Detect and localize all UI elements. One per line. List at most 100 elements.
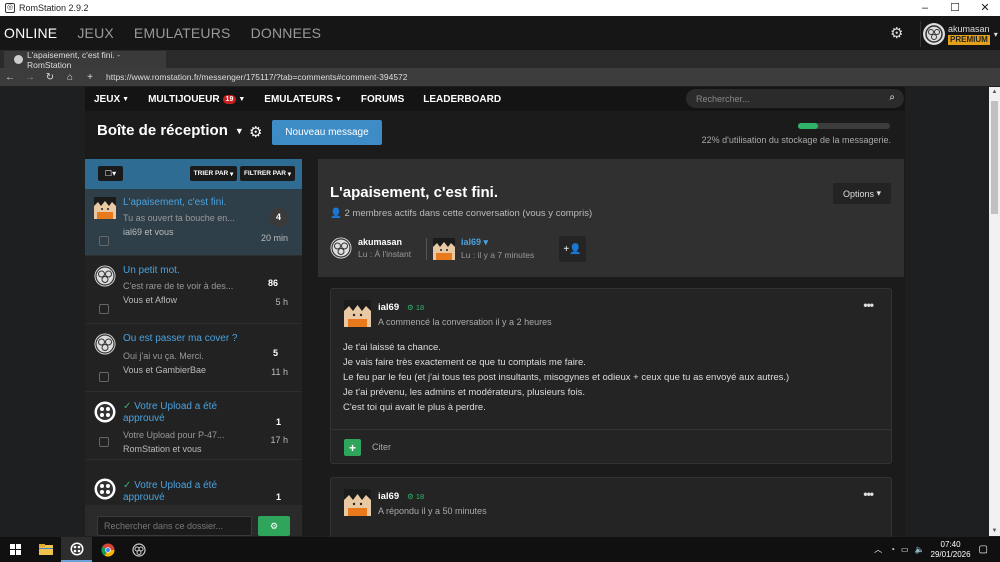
member-name: akumasan — [358, 237, 403, 247]
folder-search-bar: Rechercher dans ce dossier... ⚙ — [85, 505, 302, 536]
inbox-settings-gear-icon[interactable]: ⚙ — [249, 123, 262, 141]
chevron-down-icon: ▾ — [993, 29, 998, 39]
clock-date: 29/01/2026 — [930, 549, 971, 559]
conversation-participants: Vous et GambierBae — [123, 365, 207, 375]
check-icon: ✓ — [123, 401, 132, 412]
member-akumasan[interactable]: akumasan Lu : À l'instant — [330, 237, 411, 259]
author-name[interactable]: ial69 — [378, 302, 399, 313]
maximize-button[interactable]: ☐ — [940, 0, 970, 16]
back-arrow-icon[interactable]: ← — [0, 72, 20, 83]
sitenav-leaderboard[interactable]: LEADERBOARD — [423, 94, 501, 105]
conversation-time: 5 h — [275, 297, 288, 307]
browser-tab[interactable]: L'apaisement, c'est fini. - RomStation — [4, 49, 166, 70]
conversation-time: 20 min — [260, 233, 288, 243]
nav-online[interactable]: ONLINE — [4, 25, 57, 41]
system-avatar — [94, 401, 116, 423]
conversation-preview: Votre Upload pour P-47... — [123, 430, 225, 440]
windows-start-icon[interactable] — [0, 537, 30, 562]
sitenav-forums[interactable]: FORUMS — [361, 94, 404, 105]
nav-jeux[interactable]: JEUX — [77, 25, 114, 41]
sitenav-jeux[interactable]: JEUX ▼ — [94, 94, 129, 105]
message-body: Je t'ai laissé ta chance. Je vais faire … — [343, 342, 790, 413]
conversation-header: L'apaisement, c'est fini. 👤 2 membres ac… — [318, 159, 904, 277]
window-title: RomStation 2.9.2 — [19, 3, 89, 13]
conversation-item[interactable]: ✓ Votre Upload a été approuvé Votre Uplo… — [85, 393, 302, 460]
user-menu[interactable]: akumasan PREMIUM ▾ — [920, 21, 1000, 47]
storage-progress-fill — [798, 123, 819, 129]
author-name[interactable]: ial69 — [378, 491, 399, 502]
sort-button[interactable]: TRIER PAR ▾ — [190, 166, 237, 181]
file-explorer-icon[interactable] — [30, 537, 61, 562]
clock[interactable]: 07:40 29/01/2026 — [931, 540, 971, 560]
message-count: 86 — [268, 278, 279, 288]
close-button[interactable]: ✕ — [970, 0, 1000, 16]
chevron-up-icon[interactable]: ︿ — [874, 544, 882, 555]
system-avatar — [94, 478, 116, 500]
caret-down-icon: ▼ — [234, 125, 244, 136]
notification-badge: 19 — [222, 94, 237, 104]
network-icon[interactable]: ◔ — [890, 545, 895, 554]
conversation-participants: ial69 et vous — [123, 227, 174, 237]
conversation-checkbox[interactable] — [99, 236, 109, 246]
tab-label: L'apaisement, c'est fini. - RomStation — [26, 49, 120, 70]
romstation-logo-icon: ◎ — [5, 3, 15, 13]
author-avatar — [344, 489, 371, 516]
conversation-item[interactable]: Un petit mot. C'est rare de te voir à de… — [85, 257, 302, 324]
battery-icon[interactable]: ▭ — [901, 545, 909, 554]
folder-settings-button[interactable]: ⚙ — [258, 516, 290, 536]
more-options-icon[interactable]: ••• — [863, 487, 874, 501]
romstation-taskbar-icon[interactable] — [61, 537, 92, 562]
conversation-preview: Tu as ouvert ta bouche en... — [123, 213, 235, 223]
settings-gear-icon[interactable]: ⚙ — [890, 24, 903, 42]
tab-favicon-icon — [14, 55, 23, 64]
conversation-item[interactable]: L'apaisement, c'est fini. Tu as ouvert t… — [85, 189, 302, 256]
chevron-down-icon: ▼ — [238, 95, 246, 103]
conversation-checkbox[interactable] — [99, 372, 109, 382]
nav-donnees[interactable]: DONNEES — [251, 25, 322, 41]
scroll-down-icon[interactable]: ▼ — [989, 528, 1000, 534]
site-search-input[interactable]: Rechercher... ⌕ — [686, 89, 904, 108]
add-reaction-button[interactable]: + — [344, 439, 361, 456]
inbox-title[interactable]: Boîte de réception ▼ — [97, 122, 244, 139]
conversation-title: ✓ Votre Upload a été approuvé — [123, 401, 218, 424]
scrollbar-thumb[interactable] — [991, 101, 998, 214]
notifications-icon[interactable]: ▢ — [979, 544, 988, 555]
chevron-down-icon: ▼ — [334, 95, 342, 103]
sitenav-emulateurs[interactable]: EMULATEURS ▼ — [264, 94, 342, 105]
conversation-title: L'apaisement, c'est fini. — [123, 197, 227, 208]
plus-icon[interactable]: + — [80, 72, 100, 83]
member-ial69[interactable]: ial69 ▾ Lu : il y a 7 minutes — [426, 237, 534, 260]
conversation-time: 17 h — [270, 435, 288, 445]
folder-search-input[interactable]: Rechercher dans ce dossier... — [97, 516, 252, 536]
filter-button[interactable]: FILTRER PAR ▾ — [240, 166, 295, 181]
chrome-icon[interactable] — [92, 537, 123, 562]
volume-icon[interactable]: 🔈 — [915, 545, 925, 554]
reload-icon[interactable]: ↻ — [40, 72, 60, 83]
options-button[interactable]: Options ▾ — [833, 183, 891, 204]
conversation-title: L'apaisement, c'est fini. — [330, 184, 499, 201]
quote-button[interactable]: Citer — [372, 442, 391, 452]
minimize-button[interactable]: – — [910, 0, 940, 16]
select-all-checkbox[interactable]: ☐▾ — [98, 166, 123, 181]
member-divider — [426, 237, 427, 260]
forward-arrow-icon[interactable]: → — [20, 72, 40, 83]
more-options-icon[interactable]: ••• — [863, 298, 874, 312]
url-text[interactable]: https://www.romstation.fr/messenger/1751… — [106, 72, 408, 82]
app-top-nav: ONLINE JEUX EMULATEURS DONNEES ⚙ akumasa… — [0, 16, 1000, 50]
conversation-time: 11 h — [271, 367, 288, 377]
page-scrollbar[interactable]: ▲ ▼ — [989, 87, 1000, 536]
conversation-checkbox[interactable] — [99, 304, 109, 314]
app-taskbar-icon[interactable] — [123, 537, 154, 562]
dragon-ball-avatar — [94, 197, 116, 219]
search-icon[interactable]: ⌕ — [889, 92, 895, 103]
romstation-avatar — [94, 333, 116, 355]
scroll-up-icon[interactable]: ▲ — [989, 89, 1000, 95]
conversation-checkbox[interactable] — [99, 437, 109, 447]
home-icon[interactable]: ⌂ — [60, 72, 80, 83]
new-message-button[interactable]: Nouveau message — [272, 120, 382, 145]
nav-emulateurs[interactable]: EMULATEURS — [134, 25, 231, 41]
conversation-item[interactable]: Ou est passer ma cover ? Oui j'ai vu ça.… — [85, 325, 302, 392]
add-member-button[interactable]: +👤 — [559, 236, 586, 262]
message-card: ial69 ⚙ 18 A commencé la conversation il… — [330, 288, 892, 464]
sitenav-multijoueur[interactable]: MULTIJOUEUR 19 ▼ — [148, 94, 245, 105]
